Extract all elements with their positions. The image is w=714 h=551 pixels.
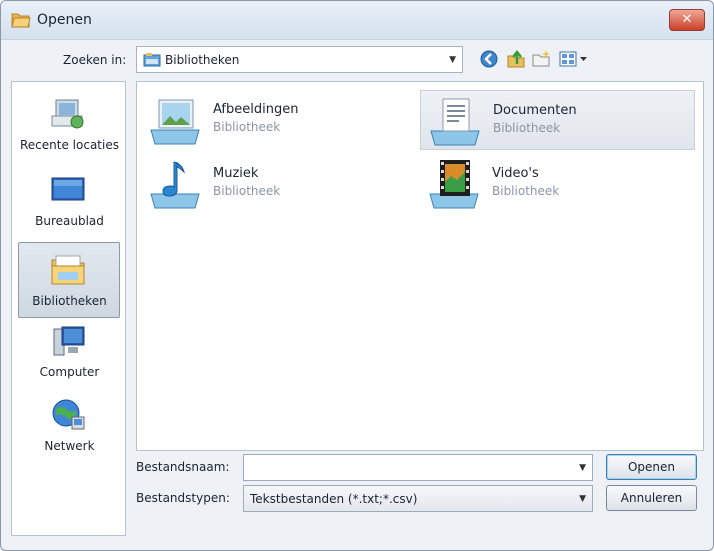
library-type: Bibliotheek [213,184,281,198]
libraries-icon [51,255,85,285]
sidebar-item-label: Netwerk [44,439,95,453]
sidebar-item-label: Computer [39,365,100,379]
library-tile-videos[interactable]: Video's Bibliotheek [420,154,695,214]
sidebar-item-label: Recente locaties [20,138,119,152]
filename-label: Bestandsnaam: [136,460,230,474]
dialog-title: Openen [37,12,92,28]
view-menu-icon[interactable] [559,49,589,69]
up-folder-icon[interactable] [506,49,526,69]
sidebar-item-recent-places[interactable]: Recente locaties [12,90,127,164]
sidebar-item-network[interactable]: Netwerk [12,391,127,465]
videos-library-icon [429,160,479,209]
title-bar[interactable]: Openen ✕ [1,1,713,40]
sidebar-item-computer[interactable]: Computer [12,317,127,391]
sidebar-item-label: Bibliotheken [32,294,107,308]
back-icon[interactable] [479,49,499,69]
file-list-view: Afbeeldingen Bibliotheek Documenten Bibl… [136,81,704,451]
new-folder-icon[interactable] [531,49,551,69]
library-type: Bibliotheek [493,121,561,135]
close-button[interactable]: ✕ [669,9,705,31]
recent-places-icon [51,99,84,129]
library-name: Afbeeldingen [213,102,299,117]
chevron-down-icon[interactable]: ▼ [449,55,456,65]
sidebar-item-desktop[interactable]: Bureaublad [12,166,127,240]
library-name: Video's [492,166,539,181]
open-button[interactable]: Openen [606,454,697,480]
look-in-label: Zoeken in: [63,53,127,67]
library-name: Documenten [493,103,577,118]
close-icon: ✕ [681,12,693,27]
navigation-pane: Recente locaties Bureaublad Bibliotheken [11,81,126,536]
library-tile-music[interactable]: Muziek Bibliotheek [141,154,416,214]
filetype-label: Bestandstypen: [136,491,230,505]
cancel-button[interactable]: Annuleren [606,485,697,511]
library-tile-documents[interactable]: Documenten Bibliotheek [420,90,695,150]
libraries-small-icon [143,53,161,67]
filetype-value: Tekstbestanden (*.txt;*.csv) [250,492,418,506]
open-folder-icon [11,13,31,28]
library-name: Muziek [213,166,259,181]
chevron-down-icon[interactable]: ▼ [579,463,586,473]
network-icon [52,399,85,430]
desktop-icon [51,177,85,201]
open-dialog: Openen ✕ Zoeken in: Bibliotheken ▼ Recen… [0,0,714,551]
look-in-dropdown[interactable]: Bibliotheken ▼ [136,46,463,73]
documents-library-icon [430,98,480,146]
look-in-value: Bibliotheken [165,53,240,67]
chevron-down-icon[interactable]: ▼ [579,494,586,504]
filetype-select[interactable]: Tekstbestanden (*.txt;*.csv) ▼ [243,485,593,512]
filename-input[interactable] [246,457,570,479]
music-library-icon [150,161,200,209]
computer-icon [53,326,85,356]
filename-combo[interactable]: ▼ [243,454,593,481]
library-type: Bibliotheek [492,184,560,198]
sidebar-item-libraries[interactable]: Bibliotheken [12,240,127,318]
library-tile-pictures[interactable]: Afbeeldingen Bibliotheek [141,90,416,150]
pictures-library-icon [150,99,200,145]
library-type: Bibliotheek [213,120,281,134]
sidebar-item-label: Bureaublad [35,214,104,228]
